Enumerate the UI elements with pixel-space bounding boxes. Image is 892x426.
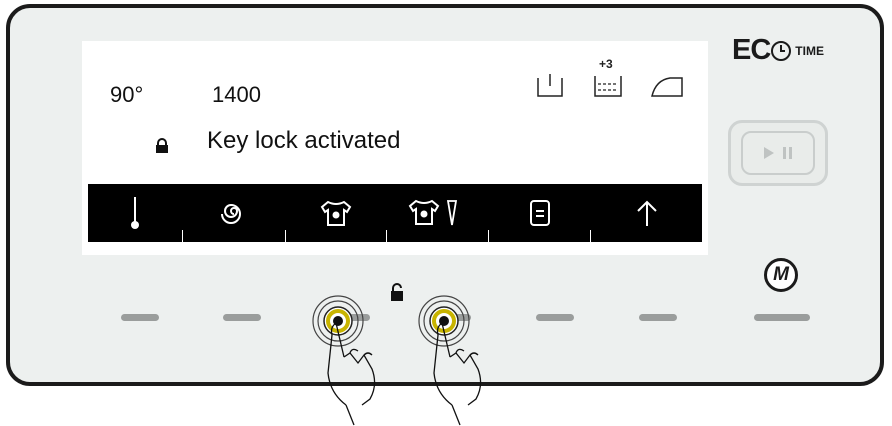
clock-icon: [771, 40, 792, 61]
play-pause-icon: [741, 131, 815, 175]
temperature-icon: [88, 184, 182, 242]
key-lock-icon: [156, 138, 168, 153]
spin-value: 1400: [212, 82, 261, 107]
extra-rinse-icon: +3: [594, 57, 622, 97]
extra-rinse-label: +3: [599, 57, 613, 71]
prewash-icon: [537, 74, 563, 97]
options-icon: [489, 184, 590, 242]
memory-button[interactable]: M: [764, 258, 798, 292]
stain-icon: [286, 184, 386, 242]
spin-key[interactable]: [223, 314, 261, 321]
status-message: Key lock activated: [207, 127, 401, 154]
stain-plus-icon: [387, 184, 488, 242]
finger-press-icon-2: [418, 295, 482, 426]
start-pause-button[interactable]: [728, 120, 828, 186]
up-key[interactable]: [639, 314, 677, 321]
menu-bar: [88, 184, 702, 242]
temperature-key[interactable]: [121, 314, 159, 321]
options-key[interactable]: [536, 314, 574, 321]
up-arrow-icon: [591, 184, 702, 242]
finger-press-icon: [312, 295, 376, 426]
eco-label: EC: [732, 34, 771, 66]
time-label: TIME: [795, 43, 824, 58]
memory-key[interactable]: [754, 314, 810, 321]
eco-time-logo: EC TIME: [732, 34, 824, 67]
easy-iron-icon: [651, 77, 683, 97]
spin-icon: [183, 184, 285, 242]
temperature-value: 90°: [110, 82, 144, 107]
